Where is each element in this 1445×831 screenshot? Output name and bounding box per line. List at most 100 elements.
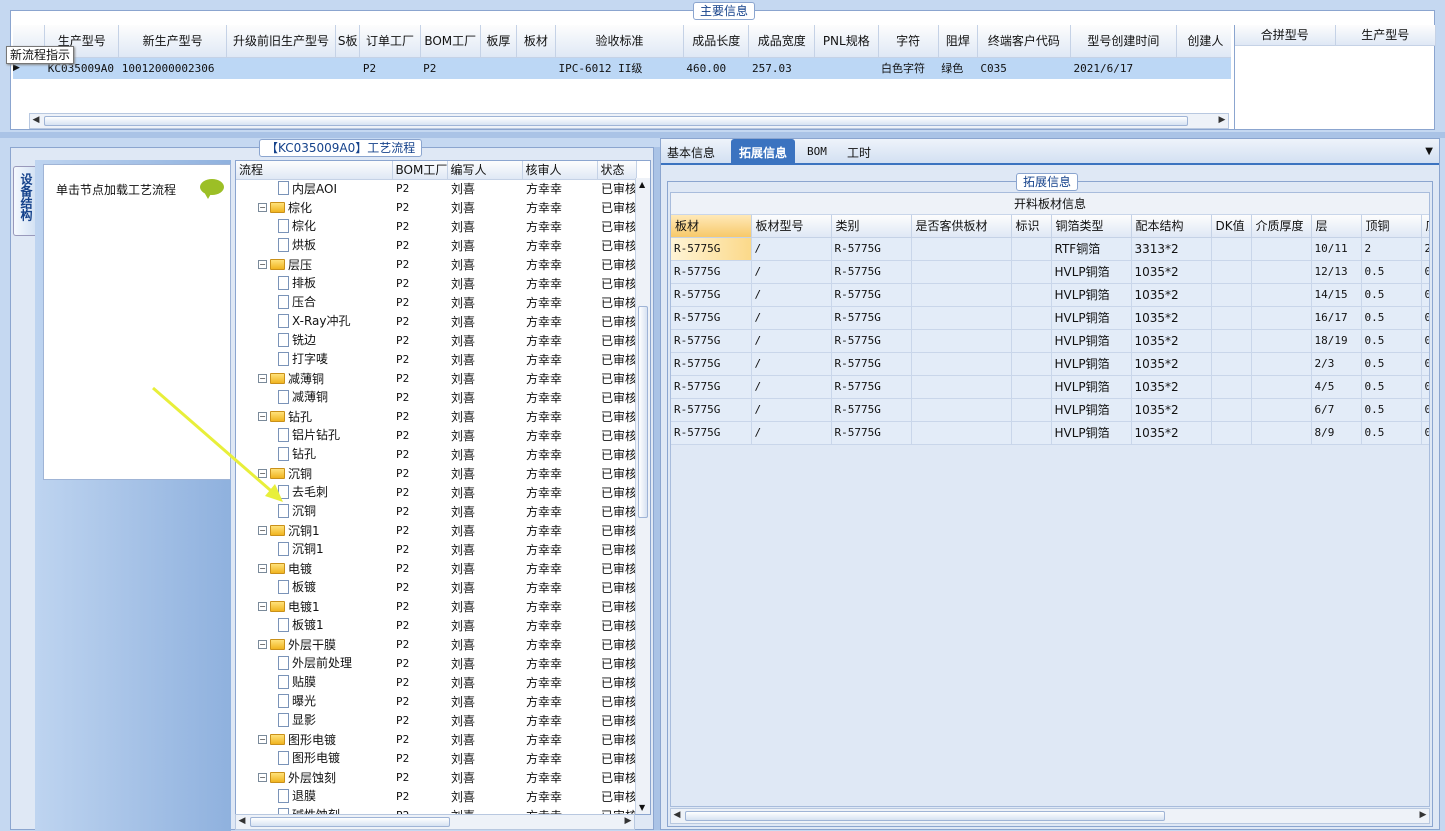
material-row[interactable]: R-5775G/R-5775G HVLP铜箔1035*2 2/30.50 — [671, 352, 1429, 376]
tree-writer-cell[interactable]: 刘喜 — [447, 730, 522, 749]
material-cell[interactable]: / — [751, 237, 832, 261]
material-cell[interactable]: 0.5 — [1361, 260, 1422, 284]
material-cell[interactable] — [1011, 421, 1052, 445]
main-col-header[interactable]: 字符 — [878, 25, 939, 58]
tree-bom-cell[interactable]: P2 — [392, 597, 447, 616]
material-cell[interactable] — [1011, 375, 1052, 399]
tree-status-cell[interactable]: 已审核 — [597, 540, 636, 559]
scroll-left-icon[interactable]: ◀ — [30, 115, 42, 125]
material-cell[interactable] — [1011, 306, 1052, 330]
tree-status-cell[interactable]: 已审核 — [597, 407, 636, 426]
tree-bom-cell[interactable]: P2 — [392, 521, 447, 540]
collapse-toggle-icon[interactable]: − — [258, 773, 267, 782]
tree-bom-cell[interactable]: P2 — [392, 559, 447, 578]
tree-writer-cell[interactable]: 刘喜 — [447, 331, 522, 350]
main-cell[interactable]: IPC-6012 II级 — [555, 57, 684, 79]
material-col-header[interactable]: 板材 — [671, 215, 752, 238]
tree-bom-cell[interactable]: P2 — [392, 464, 447, 483]
material-row[interactable]: R-5775G/R-5775G HVLP铜箔1035*2 18/190.50 — [671, 329, 1429, 353]
tree-reviewer-cell[interactable]: 方幸幸 — [522, 331, 597, 350]
material-cell[interactable]: 0 — [1421, 283, 1429, 307]
tree-writer-cell[interactable]: 刘喜 — [447, 692, 522, 711]
tree-status-cell[interactable]: 已审核 — [597, 616, 636, 635]
tree-node-cell[interactable]: 压合 — [236, 293, 392, 312]
tree-row[interactable]: − 棕化 P2 刘喜 方幸幸 已审核 — [236, 198, 636, 217]
material-cell[interactable]: HVLP铜箔 — [1051, 260, 1132, 284]
tree-row[interactable]: 退膜 P2 刘喜 方幸幸 已审核 — [236, 787, 636, 806]
tree-row[interactable]: 铝片钻孔 P2 刘喜 方幸幸 已审核 — [236, 426, 636, 445]
tree-status-cell[interactable]: 已审核 — [597, 369, 636, 388]
tree-node-cell[interactable]: 曝光 — [236, 692, 392, 711]
material-cell[interactable]: 1035*2 — [1131, 375, 1212, 399]
scroll-left-icon[interactable]: ◀ — [236, 816, 248, 826]
material-col-header[interactable]: 层 — [1311, 215, 1362, 238]
tree-node-cell[interactable]: 铣边 — [236, 331, 392, 350]
tree-row[interactable]: 图形电镀 P2 刘喜 方幸幸 已审核 — [236, 749, 636, 768]
material-cell[interactable] — [1011, 352, 1052, 376]
material-cell[interactable]: 4/5 — [1311, 375, 1362, 399]
scroll-right-icon[interactable]: ▶ — [622, 816, 634, 826]
main-info-row[interactable]: ▶ KC035009A0 10012000002306 P2 P2 IPC-6012 II… — [13, 57, 1231, 79]
material-cell[interactable]: 0.5 — [1361, 421, 1422, 445]
tree-node-cell[interactable]: 内层AOI — [236, 179, 392, 198]
tree-reviewer-cell[interactable]: 方幸幸 — [522, 445, 597, 464]
tree-writer-cell[interactable]: 刘喜 — [447, 274, 522, 293]
tree-bom-cell[interactable]: P2 — [392, 711, 447, 730]
tree-node-cell[interactable]: X-Ray冲孔 — [236, 312, 392, 331]
material-cell[interactable] — [1211, 352, 1252, 376]
tree-bom-cell[interactable]: P2 — [392, 578, 447, 597]
tree-reviewer-cell[interactable]: 方幸幸 — [522, 711, 597, 730]
material-cell[interactable]: R-5775G — [671, 421, 752, 445]
material-cell[interactable]: 12/13 — [1311, 260, 1362, 284]
main-cell[interactable] — [226, 57, 336, 79]
material-cell[interactable]: 0 — [1421, 329, 1429, 353]
tree-row[interactable]: 棕化 P2 刘喜 方幸幸 已审核 — [236, 217, 636, 236]
scroll-right-icon[interactable]: ▶ — [1417, 810, 1429, 820]
tree-reviewer-cell[interactable]: 方幸幸 — [522, 369, 597, 388]
tree-reviewer-cell[interactable]: 方幸幸 — [522, 521, 597, 540]
material-cell[interactable]: 1035*2 — [1131, 260, 1212, 284]
tree-bom-cell[interactable]: P2 — [392, 369, 447, 388]
tree-writer-cell[interactable]: 刘喜 — [447, 426, 522, 445]
material-cell[interactable]: 1035*2 — [1131, 283, 1212, 307]
tree-reviewer-cell[interactable]: 方幸幸 — [522, 464, 597, 483]
main-cell[interactable]: 257.03 — [748, 57, 815, 79]
tree-writer-cell[interactable]: 刘喜 — [447, 540, 522, 559]
material-cell[interactable]: R-5775G — [671, 283, 752, 307]
tree-bom-cell[interactable]: P2 — [392, 768, 447, 787]
tree-reviewer-cell[interactable]: 方幸幸 — [522, 217, 597, 236]
material-cell[interactable]: 0.5 — [1361, 306, 1422, 330]
material-cell[interactable]: / — [751, 375, 832, 399]
tree-writer-cell[interactable]: 刘喜 — [447, 198, 522, 217]
material-cell[interactable]: 14/15 — [1311, 283, 1362, 307]
main-cell[interactable] — [814, 57, 878, 79]
tree-bom-cell[interactable]: P2 — [392, 502, 447, 521]
tree-status-cell[interactable]: 已审核 — [597, 654, 636, 673]
tree-reviewer-cell[interactable]: 方幸幸 — [522, 312, 597, 331]
tree-node-cell[interactable]: 烘板 — [236, 236, 392, 255]
material-cell[interactable]: 0 — [1421, 398, 1429, 422]
material-cell[interactable]: HVLP铜箔 — [1051, 352, 1132, 376]
tree-status-cell[interactable]: 已审核 — [597, 768, 636, 787]
tree-row[interactable]: − 钻孔 P2 刘喜 方幸幸 已审核 — [236, 407, 636, 426]
material-cell[interactable] — [1211, 283, 1252, 307]
tab-extended-info[interactable]: 拓展信息 — [731, 139, 796, 165]
tree-writer-cell[interactable]: 刘喜 — [447, 407, 522, 426]
tab-work-hours[interactable]: 工时 — [847, 144, 871, 161]
material-col-header[interactable]: 底铜 — [1421, 215, 1429, 238]
tree-bom-cell[interactable]: P2 — [392, 673, 447, 692]
tree-status-cell[interactable]: 已审核 — [597, 730, 636, 749]
material-cell[interactable]: 0.5 — [1361, 283, 1422, 307]
tree-row[interactable]: − 层压 P2 刘喜 方幸幸 已审核 — [236, 255, 636, 274]
tree-status-cell[interactable]: 已审核 — [597, 464, 636, 483]
material-row[interactable]: R-5775G/R-5775GRTF铜箔3313*210/1122 — [671, 237, 1429, 261]
material-col-header[interactable]: 介质厚度 — [1251, 215, 1312, 238]
tree-status-cell[interactable]: 已审核 — [597, 331, 636, 350]
tree-hscroll-thumb[interactable] — [250, 817, 450, 827]
tree-reviewer-cell[interactable]: 方幸幸 — [522, 293, 597, 312]
tree-writer-cell[interactable]: 刘喜 — [447, 654, 522, 673]
material-cell[interactable]: 2 — [1421, 237, 1429, 261]
tree-bom-cell[interactable]: P2 — [392, 540, 447, 559]
tree-col-header[interactable]: 流程 — [236, 161, 393, 180]
tree-row[interactable]: − 外层蚀刻 P2 刘喜 方幸幸 已审核 — [236, 768, 636, 787]
